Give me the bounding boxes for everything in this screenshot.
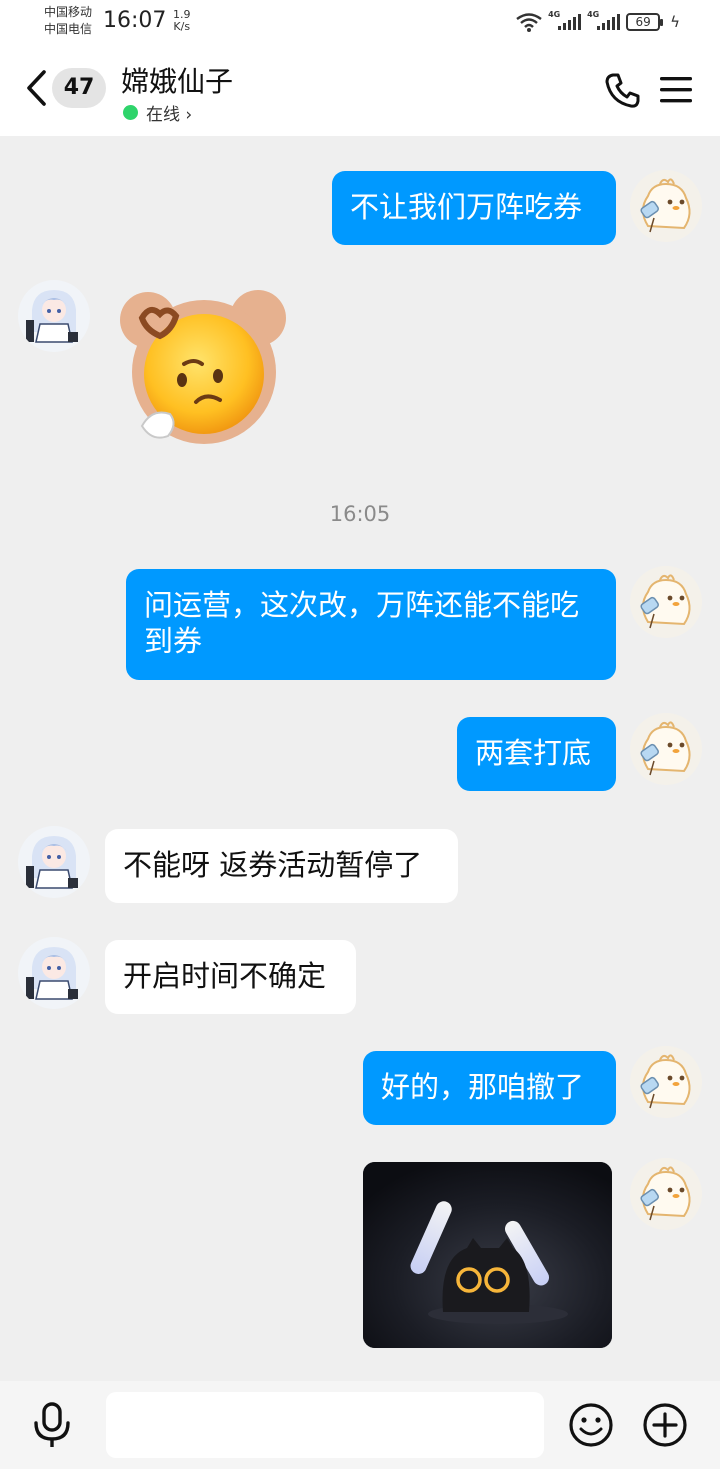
message-text: 开启时间不确定 (123, 959, 327, 993)
chat-header: 47 嫦娥仙子 在线 › (0, 44, 720, 136)
contact-avatar[interactable] (18, 937, 90, 1009)
message-text: 好的，那咱撤了 (381, 1070, 585, 1104)
duck-avatar-icon (640, 574, 691, 629)
my-avatar[interactable] (630, 1046, 702, 1118)
duck-avatar-icon (640, 1166, 691, 1221)
carrier-2: 中国电信 (44, 22, 93, 36)
carrier-1: 中国移动 (44, 5, 93, 19)
carrier-labels: 中国移动 中国电信 (44, 4, 92, 38)
message-input[interactable] (106, 1392, 544, 1458)
my-avatar[interactable] (630, 566, 702, 638)
menu-icon[interactable] (660, 76, 692, 104)
clock: 16:07 (103, 8, 167, 33)
duck-avatar-icon (640, 721, 691, 776)
bear-emoji-sticker[interactable] (112, 284, 292, 446)
status-bar: 中国移动 中国电信 16:07 1.9 K/s 4G 4G 69 ϟ (0, 0, 720, 44)
speed-unit: K/s (173, 20, 191, 33)
input-bar (0, 1381, 720, 1469)
chevron-left-icon[interactable] (22, 68, 52, 108)
my-avatar[interactable] (630, 713, 702, 785)
smiley-icon[interactable] (568, 1402, 614, 1448)
online-status[interactable]: 在线 › (123, 100, 192, 125)
contact-avatar[interactable] (18, 826, 90, 898)
chat-timestamp: 16:05 (329, 502, 391, 526)
anime-girl-avatar-icon (26, 947, 78, 1000)
contact-avatar[interactable] (18, 280, 90, 352)
message-image-sent[interactable] (363, 1162, 612, 1348)
duck-avatar-icon (640, 1054, 691, 1109)
phone-icon[interactable] (604, 72, 642, 110)
charging-icon: ϟ (670, 13, 680, 31)
wifi-icon (516, 13, 542, 32)
message-bubble-sent[interactable]: 好的，那咱撤了 (363, 1051, 616, 1125)
duck-avatar-icon (640, 178, 691, 233)
network-type-1: 4G (548, 10, 561, 19)
message-bubble-sent[interactable]: 不让我们万阵吃券 (332, 171, 616, 245)
message-bubble-sent[interactable]: 问运营，这次改，万阵还能不能吃到券 (126, 569, 616, 680)
signal-2-icon: 4G (587, 10, 621, 30)
plus-circle-icon[interactable] (642, 1402, 688, 1448)
my-avatar[interactable] (630, 1158, 702, 1230)
unread-count-badge[interactable]: 47 (52, 68, 106, 108)
anime-girl-avatar-icon (26, 836, 78, 889)
message-text: 不让我们万阵吃券 (350, 190, 583, 224)
message-text: 问运营，这次改，万阵还能不能吃到券 (144, 588, 580, 658)
message-bubble-received[interactable]: 开启时间不确定 (105, 940, 356, 1014)
anime-girl-avatar-icon (26, 290, 78, 343)
signal-1-icon: 4G (548, 10, 582, 30)
online-dot-icon (123, 105, 138, 120)
message-text: 两套打底 (475, 736, 592, 770)
battery-icon: 69 (626, 13, 664, 31)
contact-name[interactable]: 嫦娥仙子 (121, 60, 233, 100)
system-icons: 4G 4G 69 ϟ (516, 10, 680, 33)
message-bubble-received[interactable]: 不能呀 返券活动暂停了 (105, 829, 458, 903)
black-cat-figure-photo (363, 1162, 612, 1348)
network-speed: 1.9 K/s (173, 9, 191, 33)
message-bubble-sent[interactable]: 两套打底 (457, 717, 616, 791)
network-type-2: 4G (587, 10, 600, 19)
message-text: 不能呀 返券活动暂停了 (123, 848, 423, 882)
microphone-icon[interactable] (30, 1401, 74, 1449)
online-status-label: 在线 › (146, 105, 193, 125)
my-avatar[interactable] (630, 170, 702, 242)
